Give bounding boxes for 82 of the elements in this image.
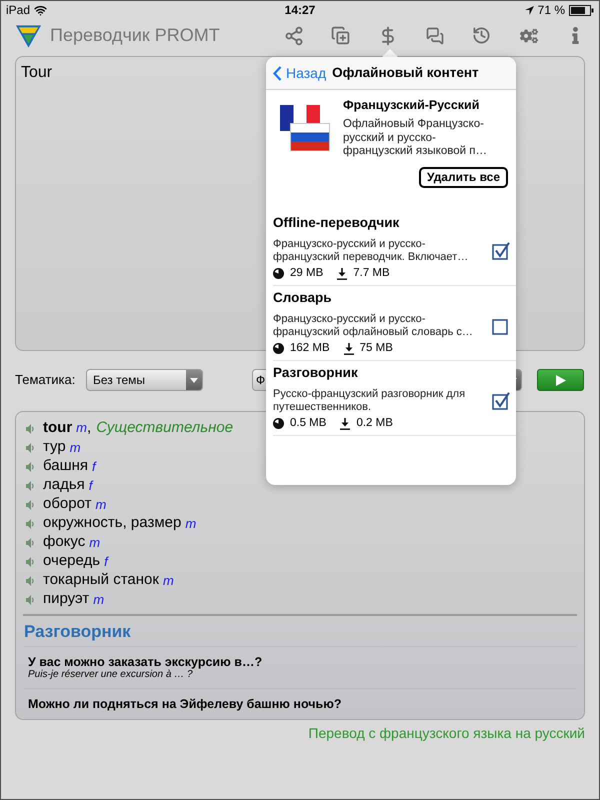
checkbox[interactable]	[492, 316, 510, 334]
gender-tag: f	[92, 456, 96, 476]
location-arrow-icon	[524, 6, 534, 14]
history-icon	[472, 26, 491, 45]
speaker-icon[interactable]	[26, 480, 34, 490]
gender-tag: m,	[76, 417, 92, 440]
component-name: Разговорник	[273, 364, 359, 382]
dropdown-arrow-icon	[190, 378, 198, 382]
speaker-icon[interactable]	[26, 442, 34, 452]
play-icon	[556, 374, 566, 386]
wifi-icon	[34, 4, 48, 16]
download-size: 75 MB	[360, 340, 393, 356]
checkbox[interactable]	[492, 242, 510, 260]
component-name: Словарь	[273, 288, 333, 306]
phrase[interactable]: Можно ли подняться на Эйфелеву башню ночью?	[28, 697, 577, 711]
phrasebook-title: Разговорник	[24, 623, 132, 641]
installed-size: 29 MB	[290, 266, 324, 281]
speaker-icon[interactable]	[26, 576, 34, 586]
copy-plus-icon	[331, 26, 350, 45]
component-name: Offline-переводчик	[273, 214, 400, 232]
package-description: Офлайновый Французско-русский и русско-французский языковой п…	[343, 118, 488, 158]
back-button[interactable]: Назад	[273, 62, 326, 84]
settings-icon	[520, 26, 538, 44]
speaker-icon[interactable]	[26, 538, 34, 548]
speaker-icon[interactable]	[26, 518, 34, 528]
delete-all-button[interactable]: Удалить все	[418, 166, 508, 188]
installed-size: 0.5 MB	[290, 416, 326, 431]
flags-icon	[280, 105, 330, 151]
component-description: Французско-русский и русско-французский офлайновый словарь с…	[273, 312, 474, 338]
translation-word: окружность, размер	[43, 513, 182, 534]
headword: tour	[43, 418, 72, 438]
phrase-translation: Puis-je réserver une excursion à … ?	[28, 669, 194, 681]
gender-tag: f	[104, 552, 108, 572]
package-name: Французский-Русский	[343, 98, 480, 113]
app-title: Переводчик PROMT	[50, 24, 220, 47]
device-name: iPad	[6, 2, 30, 19]
gender-tag: m	[70, 438, 81, 458]
checkbox[interactable]	[492, 392, 510, 410]
installed-size: 162 MB	[290, 340, 330, 356]
translation-word: оборот	[43, 494, 92, 514]
part-of-speech: Существительное	[96, 418, 234, 438]
gender-tag: f	[88, 476, 92, 496]
speaker-icon[interactable]	[26, 594, 34, 604]
pie-chart-icon	[273, 418, 284, 429]
share-icon	[284, 26, 304, 46]
component-description: Французско-русский и русско-французский переводчик. Включает…	[273, 238, 470, 264]
topic-select[interactable]: Без темы	[86, 369, 203, 391]
chat-bubbles-icon	[426, 26, 444, 44]
pie-chart-icon	[273, 268, 284, 279]
component-description: Русско-французский разговорник для путешественников.	[273, 388, 466, 414]
translation-word: башня	[43, 456, 88, 476]
gender-tag: m	[162, 570, 174, 590]
logo-icon	[15, 22, 42, 48]
translation-word: очередь	[43, 551, 100, 572]
download-icon	[337, 268, 348, 280]
direction-note: Перевод с французского языка на русский	[308, 724, 585, 743]
phrase[interactable]: У вас можно заказать экскурсию в…?	[28, 655, 577, 669]
topic-label: Тематика:	[15, 371, 76, 390]
translation-word: пируэт	[43, 589, 90, 610]
speaker-icon[interactable]	[26, 424, 34, 434]
translation-word: тур	[43, 437, 66, 458]
translation-word: токарный станок	[43, 570, 159, 590]
chevron-left-icon	[273, 66, 282, 80]
translate-button[interactable]	[537, 369, 584, 391]
battery-icon	[569, 4, 594, 16]
speaker-icon[interactable]	[26, 500, 34, 510]
speaker-icon[interactable]	[26, 556, 34, 566]
gender-tag: m	[185, 514, 196, 534]
download-icon	[340, 418, 350, 430]
popover-title: Офлайновый контент	[332, 64, 479, 82]
battery-percentage: 71 %	[538, 2, 565, 19]
gender-tag: m	[89, 532, 100, 552]
translation-word: ладья	[43, 475, 85, 496]
pie-chart-icon	[273, 343, 284, 354]
gender-tag: m	[93, 590, 104, 610]
download-icon	[344, 342, 354, 354]
speaker-icon[interactable]	[26, 462, 34, 472]
download-size: 7.7 MB	[353, 266, 390, 281]
download-size: 0.2 MB	[356, 416, 393, 431]
clock-time: 14:27	[284, 2, 316, 19]
gender-tag: m	[96, 494, 106, 514]
translation-word: фокус	[43, 532, 86, 552]
